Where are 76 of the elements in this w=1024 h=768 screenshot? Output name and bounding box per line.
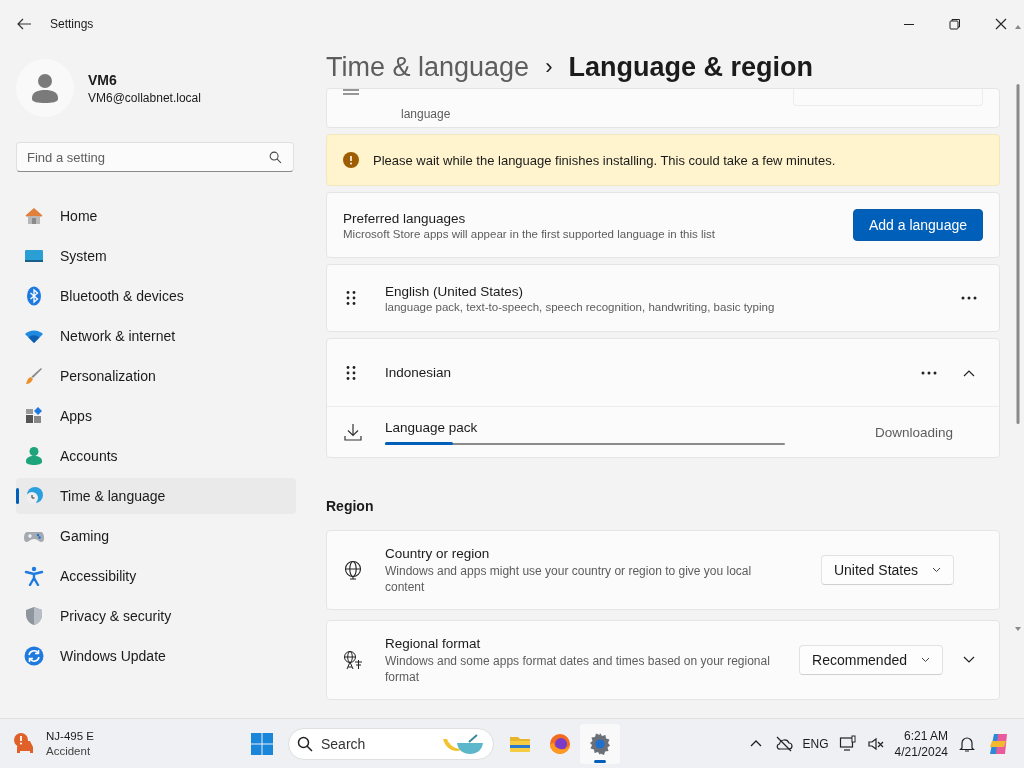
sidebar-item[interactable]: Personalization	[16, 358, 296, 394]
input-language-indicator[interactable]: ENG	[802, 736, 829, 751]
widget-subtitle[interactable]: Accident	[46, 743, 94, 759]
breadcrumb-link[interactable]: Time & language	[326, 51, 530, 83]
browser-icon	[548, 731, 572, 756]
ellipsis-icon	[921, 370, 937, 375]
bell-icon[interactable]	[958, 734, 976, 753]
setting-title: Regional format	[385, 635, 482, 651]
language-name: English (United States)	[385, 283, 525, 299]
setting-title: Country or region	[385, 545, 491, 561]
sidebar-item[interactable]: Time & language	[16, 478, 296, 514]
list-icon	[343, 87, 359, 97]
search-icon	[269, 151, 282, 164]
feature-name: Language pack	[385, 419, 479, 435]
ellipsis-icon	[961, 296, 977, 300]
apps-icon	[24, 406, 44, 426]
language-features: language pack, text-to-speech, speech recognition, handwriting, basic typing	[385, 300, 775, 313]
taskbar-app[interactable]	[580, 723, 620, 764]
bluetooth-icon	[24, 286, 44, 306]
close-icon	[995, 18, 1007, 30]
network-monitor-icon[interactable]	[838, 734, 857, 753]
globe-icon	[343, 560, 363, 580]
back-arrow-icon[interactable]	[16, 16, 32, 32]
paintbrush-icon	[24, 366, 44, 386]
sidebar-item[interactable]: Privacy & security	[16, 598, 296, 634]
section-heading: Region	[326, 498, 375, 514]
dropdown[interactable]: United States	[820, 555, 954, 585]
sidebar-item[interactable]: Gaming	[16, 518, 296, 554]
chevron-down-icon	[932, 567, 941, 573]
sidebar-item[interactable]: Home	[16, 198, 296, 234]
restore-icon	[949, 18, 961, 30]
globe-character-icon	[343, 650, 363, 670]
sidebar-item[interactable]: Accessibility	[16, 558, 296, 594]
setting-description: Microsoft Store apps will appear in the first supported language in this list	[343, 227, 716, 240]
house-icon	[24, 206, 44, 226]
setting-title: Preferred languages	[343, 210, 467, 226]
warning-icon	[343, 152, 359, 168]
accessibility-person-icon	[24, 566, 44, 586]
page-title: Language & region	[568, 51, 813, 83]
user-email: VM6@collabnet.local	[88, 90, 201, 105]
chevron-down-icon	[963, 656, 975, 664]
download-icon	[343, 422, 363, 442]
setting-description: Windows and some apps format dates and times based on your regional format	[385, 652, 771, 685]
user-name: VM6	[88, 71, 118, 88]
sidebar-item[interactable]: Apps	[16, 398, 296, 434]
window-title: Settings	[50, 17, 94, 31]
sidebar-item[interactable]: Windows Update	[16, 638, 296, 674]
sidebar-item[interactable]: Accounts	[16, 438, 296, 474]
notice-text: Please wait while the language finishes installing. This could take a few minutes.	[373, 152, 836, 168]
sidebar-item[interactable]: System	[16, 238, 296, 274]
clock-time[interactable]: 6:21 AM	[894, 727, 948, 744]
download-status: Downloading	[874, 424, 953, 440]
globe-clock-icon	[24, 486, 44, 506]
sidebar-item[interactable]: Network & internet	[16, 318, 296, 354]
language-name: Indonesian	[385, 365, 452, 380]
person-icon	[30, 72, 60, 104]
shield-icon	[24, 606, 44, 626]
sidebar-item[interactable]: Bluetooth & devices	[16, 278, 296, 314]
breadcrumb-separator: ›	[545, 54, 553, 80]
refresh-arrows-icon	[24, 646, 44, 666]
scrollbar[interactable]	[1014, 24, 1022, 632]
clock-date[interactable]: 4/21/2024	[894, 743, 948, 760]
search-icon	[297, 735, 313, 752]
person-icon	[24, 446, 44, 466]
setting-description: Windows and apps might use your country or region to give you local content	[385, 562, 753, 595]
dropdown[interactable]: Recommended	[799, 645, 943, 675]
windows-logo-icon	[250, 731, 274, 756]
setting-description: language	[401, 107, 451, 121]
chevron-down-icon	[921, 657, 930, 663]
widget-title[interactable]: NJ-495 E	[46, 728, 94, 744]
cloud-off-icon[interactable]	[774, 734, 793, 753]
add-language-button[interactable]: Add a language	[852, 209, 983, 241]
search-field[interactable]: Find a setting	[16, 142, 294, 172]
gear-icon	[588, 731, 612, 756]
chevron-up-icon	[963, 368, 975, 377]
taskbar-search[interactable]: Search	[288, 727, 494, 760]
